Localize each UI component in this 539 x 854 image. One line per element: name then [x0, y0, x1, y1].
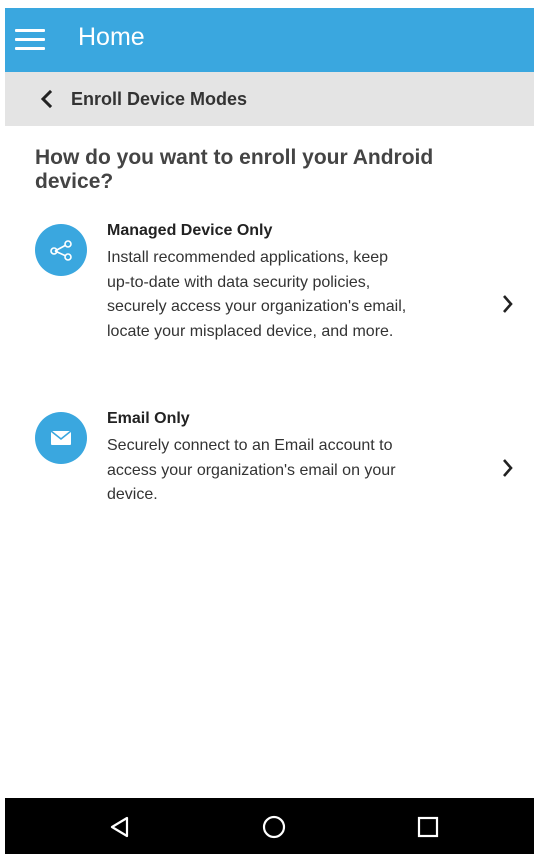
option-managed-device-only[interactable]: Managed Device Only Install recommended … — [5, 222, 534, 372]
sub-header: Enroll Device Modes — [5, 72, 534, 126]
option-description: Install recommended applications, keep u… — [107, 249, 407, 340]
app-bar: Home — [5, 8, 534, 72]
chevron-right-icon[interactable] — [497, 292, 517, 316]
option-title: Email Only — [107, 410, 190, 427]
nav-back-triangle-icon[interactable] — [107, 814, 133, 840]
system-nav-bar — [5, 798, 534, 854]
back-button[interactable] — [35, 86, 59, 112]
option-title: Managed Device Only — [107, 222, 273, 239]
option-icon-circle — [35, 224, 87, 276]
option-icon-circle — [35, 412, 87, 464]
envelope-icon — [50, 430, 72, 445]
app-screen: Home Enroll Device Modes How do you want… — [5, 0, 534, 854]
chevron-right-icon[interactable] — [497, 456, 517, 480]
nav-home-circle-icon[interactable] — [261, 814, 287, 840]
nav-recent-square-icon[interactable] — [415, 814, 441, 840]
page-title: Enroll Device Modes — [71, 89, 248, 109]
hamburger-menu-icon[interactable] — [15, 26, 45, 52]
enroll-question: How do you want to enroll your Android d… — [35, 146, 434, 193]
chevron-left-icon — [40, 89, 53, 109]
option-email-only[interactable]: Email Only Securely connect to an Email … — [5, 410, 534, 510]
share-nodes-icon — [50, 240, 72, 261]
app-title: Home — [78, 23, 145, 51]
option-description: Securely connect to an Email account to … — [107, 437, 396, 503]
